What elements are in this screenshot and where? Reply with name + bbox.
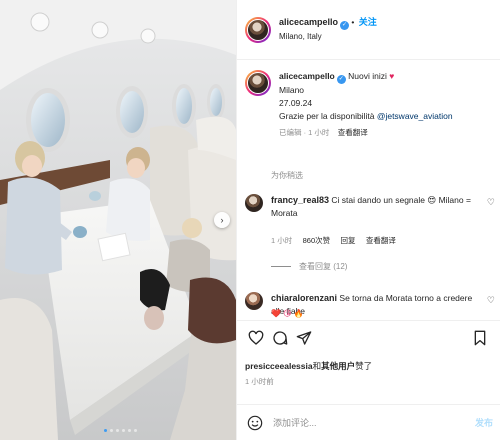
comment-time: 1 小时 bbox=[271, 236, 293, 245]
view-replies[interactable]: 查看回复 (12) bbox=[271, 261, 347, 272]
carousel-dot-1 bbox=[104, 429, 107, 432]
caption-date: 27.09.24 bbox=[279, 98, 313, 108]
caption-city: Milano bbox=[279, 85, 305, 95]
post-caption: alicecampello ✓ Nuovi inizi ♥ Milano 27.0… bbox=[245, 70, 495, 139]
post-header: alicecampello ✓ • 关注 Milano, Italy bbox=[237, 0, 500, 60]
comment-actions: 1 小时 860次赞 回复 查看翻译 bbox=[271, 234, 481, 247]
carousel-dot-3 bbox=[116, 429, 119, 432]
bookmark-icon bbox=[474, 330, 486, 345]
post-photo[interactable]: › bbox=[0, 0, 236, 440]
suggested-label: 为你稍选 bbox=[271, 171, 303, 180]
caption-edited-time: 已编辑 · 1 小时 bbox=[279, 128, 330, 137]
post-side-panel: alicecampello ✓ • 关注 Milano, Italy alicec… bbox=[236, 0, 500, 440]
jet-cabin-photo bbox=[0, 0, 236, 440]
comment-avatar[interactable] bbox=[245, 292, 263, 310]
caption-headline: Nuovi inizi bbox=[348, 71, 387, 81]
comment-likes[interactable]: 860次赞 bbox=[303, 236, 331, 245]
carousel-dot-5 bbox=[128, 429, 131, 432]
liker-username[interactable]: presicceealessia bbox=[245, 361, 313, 371]
share-icon bbox=[296, 330, 312, 345]
comment-item: francy_real83 Ci stai dando un segnale 😍… bbox=[245, 194, 500, 247]
heart-outline-icon bbox=[248, 330, 264, 345]
post-comment-button[interactable]: 发布 bbox=[475, 416, 493, 429]
comment-avatar[interactable] bbox=[245, 194, 263, 212]
carousel-dot-6 bbox=[134, 429, 137, 432]
comment-heart-icon[interactable]: ♡ bbox=[487, 295, 495, 306]
see-translation-link[interactable]: 查看翻译 bbox=[338, 128, 368, 137]
comment-input[interactable] bbox=[273, 417, 475, 428]
comment-translate-link[interactable]: 查看翻译 bbox=[366, 236, 396, 245]
comment-username[interactable]: francy_real83 bbox=[271, 195, 329, 205]
emoji-picker-button[interactable] bbox=[245, 413, 265, 433]
add-comment-bar: 发布 bbox=[237, 404, 500, 440]
caption-thanks: Grazie per la disponibilità bbox=[279, 111, 375, 121]
smile-icon bbox=[247, 415, 263, 430]
comment-username[interactable]: chiaralorenzani bbox=[271, 293, 337, 303]
caption-avatar[interactable] bbox=[245, 70, 271, 96]
author-avatar[interactable] bbox=[245, 16, 271, 43]
next-arrow-icon: › bbox=[220, 215, 224, 225]
comment-heart-icon[interactable]: ♡ bbox=[487, 197, 495, 208]
carousel-dot-4 bbox=[122, 429, 125, 432]
verified-icon: ✓ bbox=[340, 21, 350, 30]
instagram-post-view: › alicecampello ✓ • 关注 Milano, Italy ali… bbox=[0, 0, 500, 440]
caption-mention[interactable]: @jetswave_aviation bbox=[377, 111, 453, 121]
comment-icon bbox=[273, 330, 288, 345]
post-header-meta: alicecampello ✓ • 关注 Milano, Italy bbox=[279, 17, 377, 43]
caption-username[interactable]: alicecampello bbox=[279, 71, 335, 81]
heart-emoji: ♥ bbox=[389, 71, 395, 81]
post-action-bar bbox=[237, 320, 500, 354]
save-button[interactable] bbox=[469, 327, 491, 349]
verified-icon: ✓ bbox=[336, 75, 346, 84]
comment-button[interactable] bbox=[269, 327, 291, 349]
view-replies-label: 查看回复 (12) bbox=[299, 262, 348, 271]
carousel-dot-2 bbox=[110, 429, 113, 432]
next-photo-button[interactable]: › bbox=[214, 212, 230, 228]
likes-summary: presicceealessia和其他用户赞了 bbox=[245, 361, 373, 371]
other-likers-link[interactable]: 其他用户 bbox=[321, 361, 355, 371]
share-button[interactable] bbox=[293, 327, 315, 349]
like-button[interactable] bbox=[245, 327, 267, 349]
comment-emoji: ❤️ 😘 🔥 bbox=[271, 309, 304, 318]
post-location[interactable]: Milano, Italy bbox=[279, 30, 377, 43]
follow-button[interactable]: 关注 bbox=[359, 17, 377, 27]
author-username[interactable]: alicecampello bbox=[279, 17, 338, 27]
carousel-dots bbox=[104, 429, 137, 432]
post-time: 1 小时前 bbox=[245, 377, 274, 386]
comment-reply-button[interactable]: 回复 bbox=[341, 236, 356, 245]
comments-scroll-area[interactable]: alicecampello ✓ Nuovi inizi ♥ Milano 27.0… bbox=[237, 60, 500, 320]
